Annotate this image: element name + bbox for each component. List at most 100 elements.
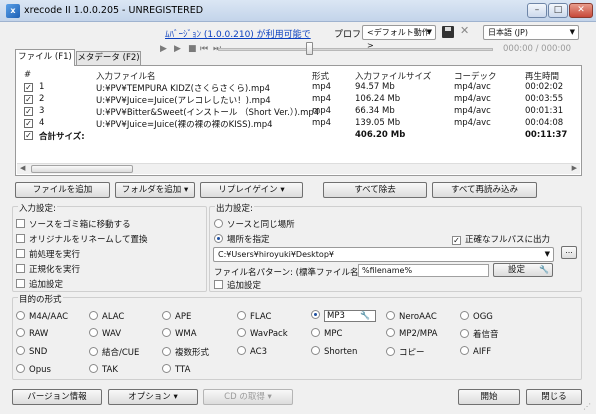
row-format: mp4 — [312, 118, 332, 128]
mp3-settings-box[interactable]: MP3 🔧 — [324, 310, 376, 322]
stop-icon[interactable]: ■ — [188, 44, 197, 54]
format-radio-wav[interactable]: WAV — [89, 328, 121, 339]
specify-location-radio[interactable]: 場所を指定 — [214, 233, 270, 245]
save-profile-icon[interactable] — [442, 26, 454, 38]
format-radio-mp3[interactable]: MP3 🔧 — [311, 310, 376, 322]
play-icon[interactable]: ▶ — [160, 44, 167, 54]
chevron-down-icon: ▾ — [173, 392, 178, 402]
format-radio-snd[interactable]: SND — [16, 346, 47, 357]
row-checkbox[interactable]: ✓ — [24, 95, 33, 104]
format-radio-ringtone[interactable]: 着信音 — [460, 328, 499, 340]
col-header-format[interactable]: 形式 — [312, 70, 329, 82]
format-radio-join-cue[interactable]: 結合/CUE — [89, 346, 139, 358]
same-as-source-radio[interactable]: ソースと同じ場所 — [214, 218, 295, 230]
table-row[interactable]: ✓ 4 U:¥PV¥Juice=Juice(裸の裸の裸のKISS).mp4 mp… — [16, 118, 581, 130]
col-header-codec[interactable]: コーデック — [454, 70, 497, 82]
file-list: # 入力ファイル名 形式 入力ファイルサイズ コーデック 再生時間 ✓ 1 U:… — [15, 65, 582, 176]
filename-pattern-input[interactable]: %filename% — [358, 264, 489, 277]
row-file: U:¥PV¥TEMPURA KIDZ(さくらさくら).mp4 — [96, 84, 271, 94]
delete-profile-icon[interactable]: ✕ — [460, 24, 469, 37]
format-radio-ogg[interactable]: OGG — [460, 311, 493, 322]
update-available-link[interactable]: ﾑﾊﾞｰｼﾞｮﾝ (1.0.0.210) が利用可能で — [165, 27, 311, 40]
table-row[interactable]: ✓ 2 U:¥PV¥Juice=Juice(アレコレしたい！).mp4 mp4 … — [16, 94, 581, 106]
tab-files[interactable]: ファイル (F1) — [15, 49, 75, 66]
wrench-icon[interactable]: 🔧 — [360, 311, 370, 320]
add-folder-button[interactable]: フォルダを追加 ▾ — [115, 182, 195, 198]
format-radio-opus[interactable]: Opus — [16, 364, 51, 375]
maximize-button[interactable]: □ — [548, 3, 568, 18]
move-source-to-trash-checkbox[interactable]: ソースをゴミ箱に移動する — [16, 218, 131, 230]
format-radio-multiple[interactable]: 複数形式 — [162, 346, 209, 358]
format-radio-aiff[interactable]: AIFF — [460, 346, 491, 357]
exact-fullpath-checkbox[interactable]: ✓ 正確なフルパスに出力 — [452, 233, 550, 245]
row-checkbox[interactable]: ✓ — [24, 107, 33, 116]
previous-track-icon[interactable]: ⏮ — [200, 44, 208, 54]
normalize-checkbox[interactable]: 正規化を実行 — [16, 263, 80, 275]
format-radio-ape[interactable]: APE — [162, 311, 191, 322]
seek-thumb[interactable] — [306, 42, 313, 55]
rip-cd-button[interactable]: CD の取得 ▾ — [203, 389, 293, 405]
options-button[interactable]: オプション ▾ — [108, 389, 198, 405]
add-file-button[interactable]: ファイルを追加 — [15, 182, 110, 198]
play-icon[interactable]: ▶ — [174, 44, 181, 54]
profile-select[interactable]: <デフォルト動作> ▼ — [362, 25, 436, 50]
row-duration: 00:02:02 — [525, 82, 564, 92]
row-duration: 00:03:55 — [525, 94, 564, 104]
format-radio-m4a-aac[interactable]: M4A/AAC — [16, 311, 68, 322]
horizontal-scrollbar[interactable]: ◀ ▶ — [17, 163, 580, 174]
row-duration: 00:04:08 — [525, 118, 564, 128]
seek-bar[interactable] — [218, 48, 493, 51]
table-row[interactable]: ✓ 3 U:¥PV¥Bitter&Sweet(インストール （Short Ver… — [16, 106, 581, 118]
scroll-left-icon[interactable]: ◀ — [20, 164, 25, 172]
total-checkbox[interactable]: ✓ — [24, 131, 33, 140]
remove-all-button[interactable]: すべて除去 — [323, 182, 427, 198]
row-size: 139.05 Mb — [355, 118, 401, 128]
preprocess-checkbox[interactable]: 前処理を実行 — [16, 248, 80, 260]
output-settings-title: 出力設定: — [215, 202, 254, 214]
format-radio-alac[interactable]: ALAC — [89, 311, 124, 322]
format-radio-copy[interactable]: コピー — [386, 346, 425, 358]
format-radio-tak[interactable]: TAK — [89, 364, 118, 375]
version-info-button[interactable]: バージョン情報 — [12, 389, 102, 405]
output-extra-settings-checkbox[interactable]: 追加設定 — [214, 279, 261, 291]
input-extra-settings-checkbox[interactable]: 追加設定 — [16, 278, 63, 290]
format-radio-flac[interactable]: FLAC — [237, 311, 271, 322]
tab-metadata[interactable]: メタデータ (F2) — [76, 51, 141, 65]
format-radio-neroaac[interactable]: NeroAAC — [386, 311, 437, 322]
format-radio-wavpack[interactable]: WavPack — [237, 328, 288, 339]
format-radio-ac3[interactable]: AC3 — [237, 346, 267, 357]
row-checkbox[interactable]: ✓ — [24, 83, 33, 92]
scroll-right-icon[interactable]: ▶ — [572, 164, 577, 172]
row-checkbox[interactable]: ✓ — [24, 119, 33, 128]
time-display: 000:00 / 000:00 — [503, 44, 572, 54]
close-button[interactable]: 閉じる — [526, 389, 582, 405]
close-window-button[interactable]: ✕ — [569, 3, 593, 18]
col-header-size[interactable]: 入力ファイルサイズ — [355, 70, 431, 82]
format-radio-shorten[interactable]: Shorten — [311, 346, 357, 357]
reread-all-button[interactable]: すべて再読み込み — [432, 182, 537, 198]
start-button[interactable]: 開始 — [458, 389, 520, 405]
wrench-icon: 🔧 — [539, 265, 549, 274]
format-radio-tta[interactable]: TTA — [162, 364, 190, 375]
minimize-button[interactable]: – — [527, 3, 547, 18]
table-row[interactable]: ✓ 1 U:¥PV¥TEMPURA KIDZ(さくらさくら).mp4 mp4 9… — [16, 82, 581, 94]
scrollbar-thumb[interactable] — [31, 165, 133, 173]
col-header-input-file[interactable]: 入力ファイル名 — [96, 70, 156, 82]
output-path-select[interactable]: C:¥Users¥hiroyuki¥Desktop¥ ▼ — [213, 247, 554, 262]
col-header-duration[interactable]: 再生時間 — [525, 70, 559, 82]
rename-original-checkbox[interactable]: オリジナルをリネームして置換 — [16, 233, 148, 245]
format-radio-raw[interactable]: RAW — [16, 328, 48, 339]
row-format: mp4 — [312, 106, 332, 116]
replaygain-button[interactable]: リプレイゲイン ▾ — [200, 182, 303, 198]
browse-folder-button[interactable]: ... — [561, 246, 577, 259]
format-radio-mp2-mpa[interactable]: MP2/MPA — [386, 328, 437, 339]
col-header-num[interactable]: # — [24, 70, 31, 80]
output-path-value: C:¥Users¥hiroyuki¥Desktop¥ — [218, 250, 334, 259]
total-label: 合計サイズ: — [39, 132, 85, 142]
format-radio-mpc[interactable]: MPC — [311, 328, 342, 339]
row-file: U:¥PV¥Juice=Juice(アレコレしたい！).mp4 — [96, 96, 271, 106]
resize-grip-icon[interactable]: ⋰ — [583, 402, 591, 411]
format-radio-wma[interactable]: WMA — [162, 328, 197, 339]
language-select[interactable]: 日本語 (JP) ▼ — [483, 25, 579, 40]
pattern-settings-button[interactable]: 設定 🔧 — [493, 263, 553, 277]
